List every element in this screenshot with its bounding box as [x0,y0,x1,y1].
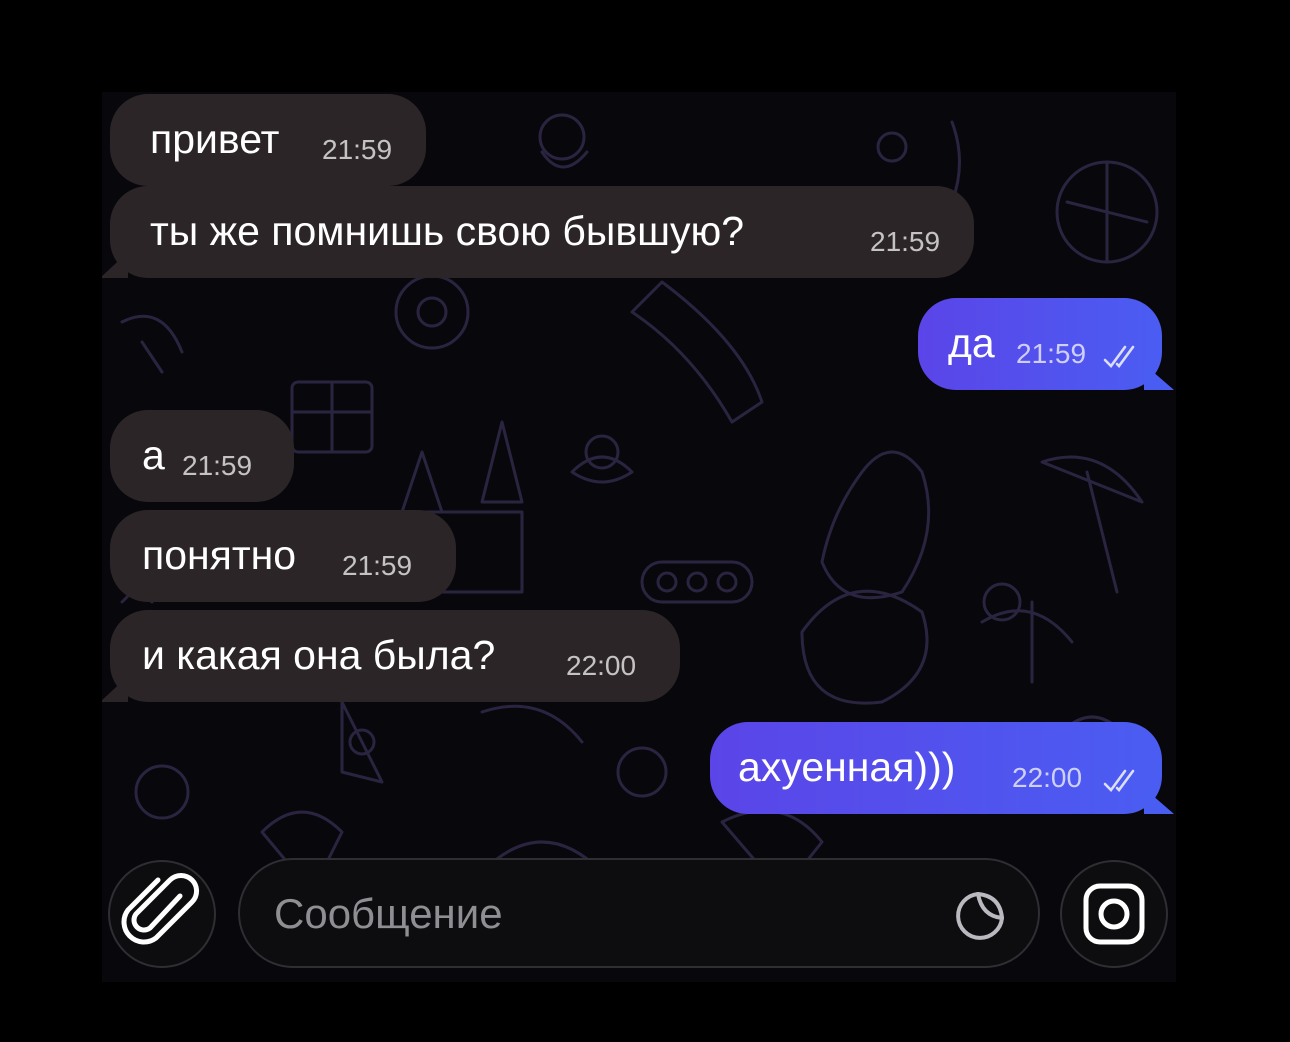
message-input-placeholder: Сообщение [274,890,503,937]
message-bubble-incoming[interactable]: а 21:59 [110,410,294,502]
message-time: 21:59 [182,450,253,481]
message-text: а [142,432,165,478]
message-bubble-outgoing[interactable]: да 21:59 [918,298,1162,390]
message-text: ты же помнишь свою бывшую? [150,208,745,254]
attach-button[interactable] [108,860,216,968]
message-bubble-incoming[interactable]: и какая она была? 22:00 [110,610,680,702]
message-time: 21:59 [870,226,941,257]
message-text: и какая она была? [142,632,496,678]
camera-button[interactable] [1060,860,1168,968]
paperclip-icon [121,872,200,945]
camera-icon [1083,883,1145,945]
sticker-icon[interactable] [952,888,1008,944]
message-bubble-outgoing[interactable]: ахуенная))) 22:00 [710,722,1162,814]
message-time: 21:59 [322,134,393,165]
message-time: 22:00 [566,650,637,681]
message-text: ахуенная))) [738,744,956,790]
message-bubble-incoming[interactable]: привет 21:59 [110,94,426,186]
message-time: 22:00 [1012,762,1083,793]
chat-area[interactable]: привет 21:59 ты же помнишь свою бывшую? … [102,92,1176,982]
message-bubble-incoming[interactable]: ты же помнишь свою бывшую? 21:59 [110,186,974,278]
message-bubble-incoming[interactable]: понятно 21:59 [110,510,456,602]
message-text: да [948,320,995,366]
read-double-check-icon [1103,345,1135,368]
message-time: 21:59 [342,550,413,581]
read-double-check-icon [1103,769,1135,792]
message-text: понятно [142,532,297,578]
message-text: привет [150,116,280,162]
message-input[interactable]: Сообщение [238,858,1040,968]
message-time: 21:59 [1016,338,1087,369]
